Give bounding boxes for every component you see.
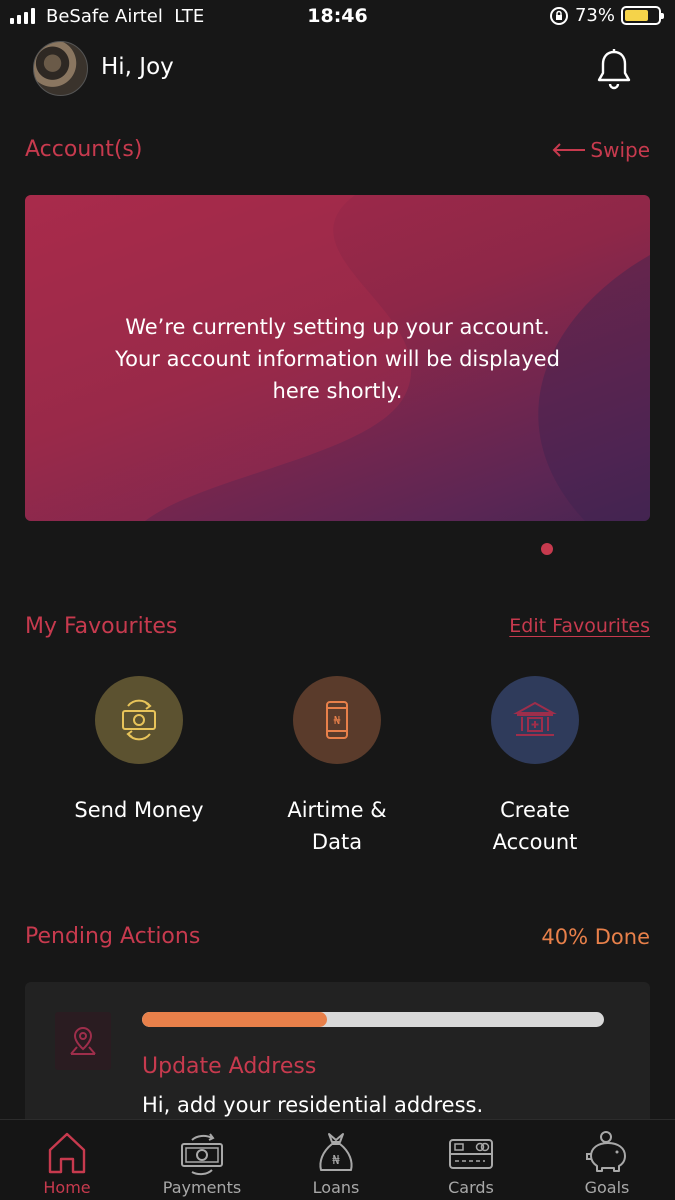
nav-goals[interactable]: Goals (542, 1120, 672, 1197)
favourite-send-money[interactable]: Send Money (39, 676, 239, 826)
pending-title: Pending Actions (25, 924, 201, 949)
nav-cards[interactable]: Cards (406, 1120, 536, 1197)
battery-icon (621, 6, 664, 25)
arrow-left-icon (552, 143, 586, 157)
svg-text:₦: ₦ (332, 1153, 340, 1167)
svg-text:₦: ₦ (334, 714, 341, 727)
status-bar: BeSafe Airtel LTE 18:46 73% (0, 0, 675, 34)
favourite-create-account[interactable]: Create Account (435, 676, 635, 858)
loan-bag-icon: ₦ (319, 1133, 353, 1171)
favourite-label: Create Account (492, 798, 578, 854)
nav-label: Loans (312, 1178, 360, 1197)
pending-item-description: Hi, add your residential address. (142, 1093, 484, 1117)
nav-label: Home (43, 1178, 91, 1197)
favourite-icon-circle (491, 676, 579, 764)
nav-loans[interactable]: ₦ Loans (271, 1120, 401, 1197)
carousel-dot[interactable] (541, 543, 553, 555)
payments-icon (181, 1133, 223, 1176)
home-icon (48, 1132, 86, 1174)
nav-label: Payments (162, 1178, 242, 1197)
swipe-label: Swipe (590, 138, 650, 162)
bottom-nav: Home Payments ₦ Loans Cards Goals (0, 1119, 675, 1200)
address-icon-box (55, 1012, 111, 1070)
edit-favourites-link[interactable]: Edit Favourites (509, 615, 650, 637)
nav-home[interactable]: Home (2, 1120, 132, 1197)
pending-item-title[interactable]: Update Address (142, 1054, 316, 1079)
card-icon (449, 1139, 493, 1169)
bell-icon[interactable] (595, 48, 633, 90)
favourite-icon-circle: ₦ (293, 676, 381, 764)
nav-payments[interactable]: Payments (137, 1120, 267, 1197)
accounts-title: Account(s) (25, 137, 143, 162)
avatar[interactable] (33, 41, 88, 96)
pending-action-card[interactable] (25, 982, 650, 1142)
nav-label: Goals (584, 1178, 630, 1197)
favourites-title: My Favourites (25, 614, 178, 639)
piggy-bank-icon (586, 1131, 626, 1172)
money-transfer-icon (122, 699, 156, 741)
favourite-airtime-data[interactable]: ₦ Airtime & Data (237, 676, 437, 858)
battery-percent: 73% (574, 5, 615, 26)
location-pin-icon (70, 1026, 96, 1055)
favourite-icon-circle (95, 676, 183, 764)
account-card[interactable]: We’re currently setting up your account.… (25, 195, 650, 521)
swipe-hint: Swipe (552, 138, 650, 162)
progress-label: 40% Done (541, 925, 650, 949)
pending-progress-bar (142, 1012, 604, 1027)
greeting: Hi, Joy (101, 54, 174, 80)
phone-naira-icon: ₦ (326, 701, 348, 739)
favourite-label: Send Money (74, 798, 204, 822)
account-setup-message: We’re currently setting up your account.… (115, 315, 560, 403)
bank-icon (513, 701, 557, 736)
rotation-lock-icon (549, 6, 568, 25)
nav-label: Cards (448, 1178, 494, 1197)
favourite-label: Airtime & Data (287, 798, 387, 854)
